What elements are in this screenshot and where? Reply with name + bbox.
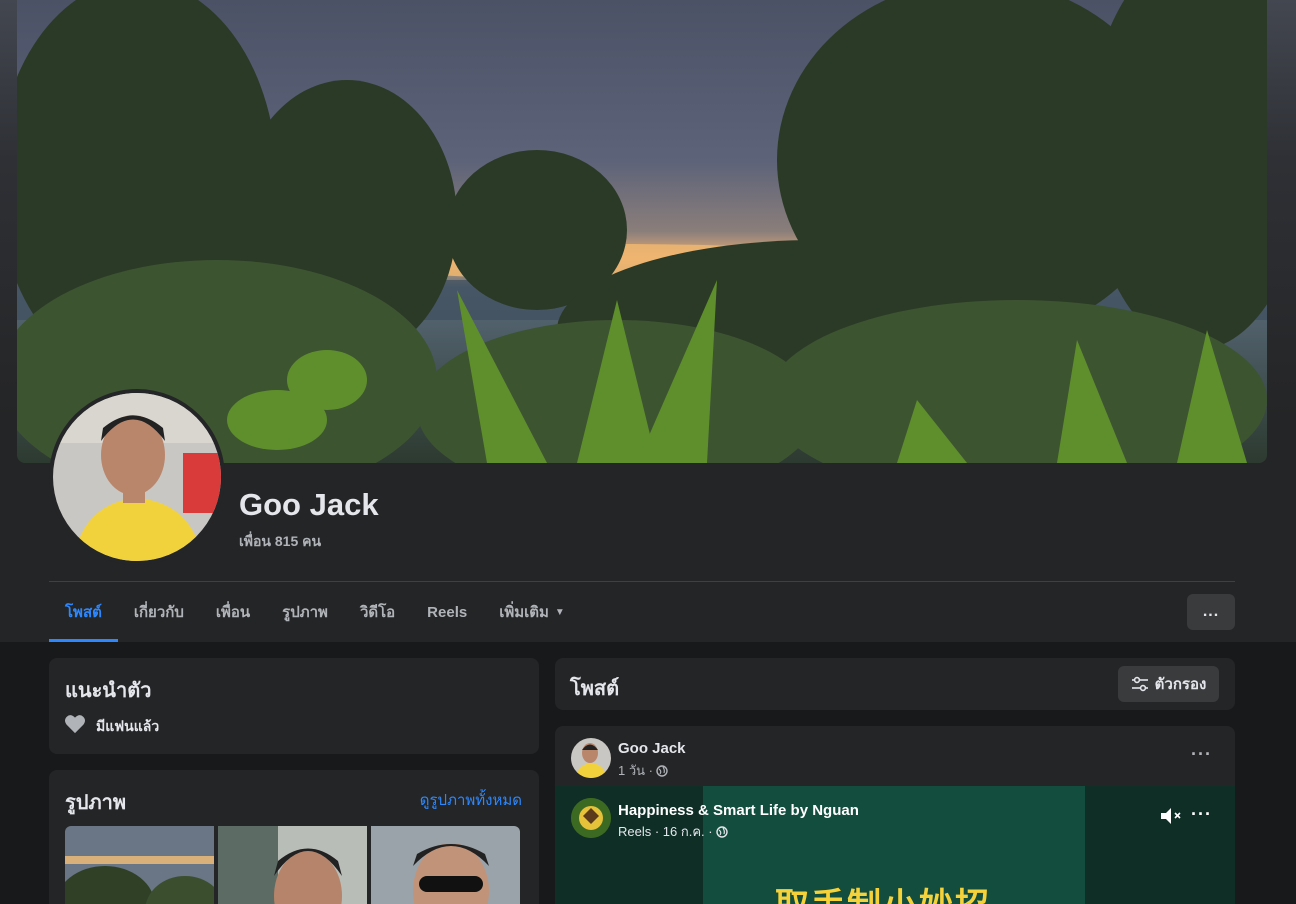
tab-reels[interactable]: Reels (411, 582, 483, 642)
profile-name: Goo Jack (239, 487, 379, 522)
post-meta: 1 วัน · (618, 760, 668, 781)
filter-label: ตัวกรอง (1154, 676, 1207, 693)
globe-icon (656, 764, 668, 777)
intro-title: แนะนำตัว (65, 680, 152, 702)
reel-meta: Reels · 16 ก.ค. · (618, 821, 728, 842)
filter-button[interactable]: ตัวกรอง (1118, 666, 1219, 702)
profile-avatar[interactable] (49, 389, 225, 565)
cover-photo[interactable] (17, 0, 1267, 463)
tab-more[interactable]: เพิ่มเติม ▼ (483, 582, 581, 642)
post-card: Goo Jack 1 วัน · ··· Happiness & Smart L… (555, 726, 1235, 904)
mute-icon[interactable] (1159, 806, 1183, 826)
globe-icon (715, 825, 728, 838)
tab-label: เกี่ยวกับ (133, 604, 184, 621)
photos-card: รูปภาพ ดูรูปภาพทั้งหมด (49, 770, 539, 904)
tab-label: เพิ่มเติม (499, 604, 549, 621)
posts-header-card: โพสต์ ตัวกรอง (555, 658, 1235, 710)
more-icon: ... (1202, 603, 1220, 620)
photo-thumbnail[interactable] (218, 826, 367, 904)
tab-label: เพื่อน (215, 604, 251, 621)
shared-reel[interactable]: Happiness & Smart Life by Nguan Reels · … (555, 786, 1235, 904)
tab-label: วิดีโอ (359, 604, 396, 621)
more-options-button[interactable]: ... (1187, 594, 1235, 630)
reel-options-button[interactable]: ··· (1191, 804, 1212, 825)
post-options-button[interactable]: ··· (1191, 744, 1212, 765)
tab-videos[interactable]: วิดีโอ (344, 582, 411, 642)
intro-card: แนะนำตัว (49, 658, 539, 754)
heart-icon (65, 715, 85, 734)
photo-thumbnail[interactable] (371, 826, 520, 904)
reel-caption: 取手制小妙招 (775, 878, 991, 904)
tab-photos[interactable]: รูปภาพ (266, 582, 344, 642)
post-author-name[interactable]: Goo Jack (618, 740, 686, 757)
posts-title: โพสต์ (570, 678, 620, 700)
filter-icon (1131, 676, 1148, 692)
tab-posts[interactable]: โพสต์ (49, 582, 118, 642)
photos-title: รูปภาพ (65, 792, 127, 814)
tab-label: โพสต์ (65, 604, 102, 621)
tab-label: Reels (427, 603, 468, 621)
reel-author-name[interactable]: Happiness & Smart Life by Nguan (618, 802, 859, 819)
see-all-photos-link[interactable]: ดูรูปภาพทั้งหมด (420, 788, 522, 812)
post-time[interactable]: 1 วัน · (618, 760, 653, 781)
photo-thumbnail[interactable] (65, 826, 214, 904)
profile-tabs: โพสต์ เกี่ยวกับ เพื่อน รูปภาพ วิดีโอ Ree… (49, 582, 581, 642)
reel-meta-text[interactable]: Reels · 16 ก.ค. · (618, 821, 713, 842)
tab-friends[interactable]: เพื่อน (200, 582, 266, 642)
caret-down-icon: ▼ (554, 606, 565, 618)
tab-label: รูปภาพ (282, 604, 328, 621)
tab-about[interactable]: เกี่ยวกับ (118, 582, 200, 642)
post-author-avatar[interactable] (571, 738, 611, 778)
reel-author-avatar[interactable] (571, 798, 611, 838)
relationship-status: มีแฟนแล้ว (96, 718, 160, 734)
friends-count[interactable]: เพื่อน 815 คน (239, 531, 321, 553)
